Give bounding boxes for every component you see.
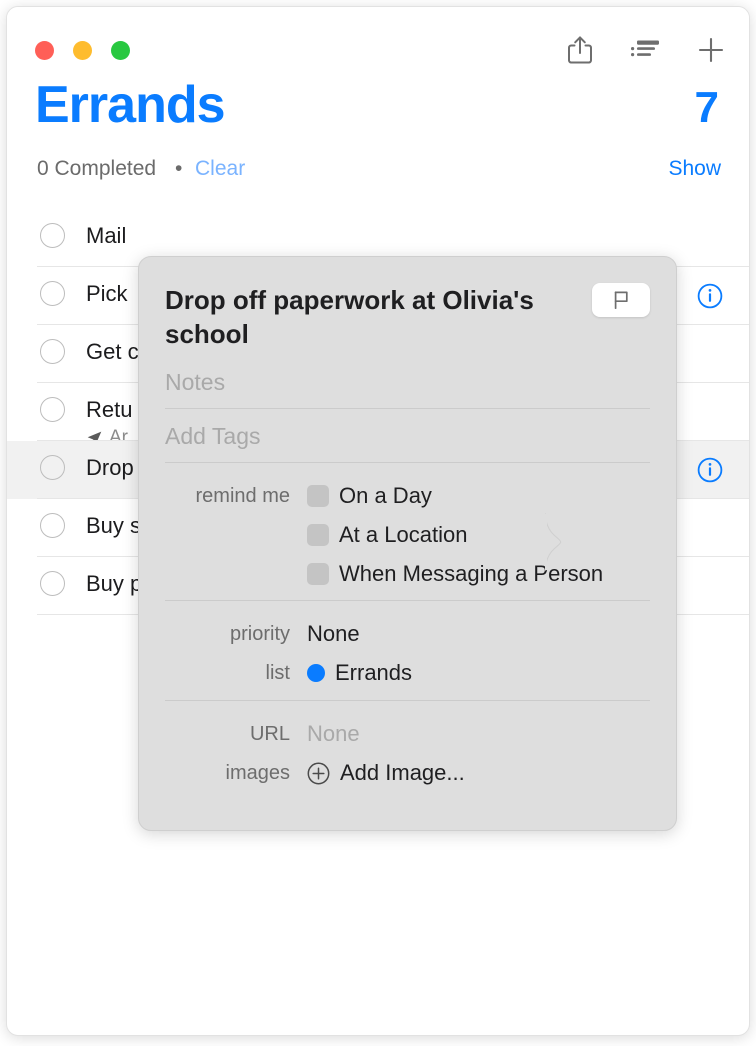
add-image-button[interactable]: Add Image... [307,760,465,786]
separator-dot: • [175,157,183,180]
window-toolbar [567,35,725,70]
images-label: images [225,762,290,784]
images-row: images Add Image... [165,760,650,786]
complete-circle-icon[interactable] [40,571,65,596]
remind-option-value[interactable]: On a Day [307,483,432,509]
list-name: Errands [335,660,413,685]
notes-field[interactable]: Notes [165,351,650,409]
completed-row: 0 Completed • Clear Show [7,157,749,199]
plus-circle-icon [307,762,330,784]
list-row: list Errands [165,660,650,686]
complete-circle-icon[interactable] [40,281,65,306]
close-button-icon[interactable] [35,41,54,60]
spacer-label [165,522,290,524]
list-value[interactable]: Errands [307,660,412,686]
checkbox-on-a-day-icon[interactable] [307,485,329,507]
complete-circle-icon[interactable] [40,339,65,364]
list-item-title: Mail [86,223,127,248]
complete-circle-icon[interactable] [40,455,65,480]
spacer-label [165,561,290,563]
info-button[interactable] [697,457,723,483]
info-button[interactable] [697,283,723,309]
maximize-button-icon[interactable] [111,41,130,60]
remind-me-row-on-a-day: remind me On a Day [165,483,650,509]
completed-label: 0 Completed [37,157,157,180]
remind-me-row-when-messaging: When Messaging a Person [165,561,650,587]
list-item-text: Mail [86,223,749,249]
add-icon[interactable] [697,36,725,69]
clear-button[interactable]: Clear [195,157,245,181]
complete-circle-icon[interactable] [40,397,65,422]
list-color-dot-icon [307,664,325,682]
priority-row: priority None [165,621,650,647]
list-header: Errands 7 [7,76,749,157]
flag-icon [614,291,628,310]
complete-circle-icon[interactable] [40,513,65,538]
popover-content: Drop off paperwork at Olivia's school No… [139,257,676,830]
share-icon[interactable] [567,35,593,70]
remind-me-label: remind me [195,485,290,507]
page-title: Errands [35,76,226,134]
popover-tail [545,513,562,571]
priority-label: priority [229,623,290,645]
url-value[interactable]: None [307,721,360,747]
show-button[interactable]: Show [668,157,721,181]
complete-circle-icon[interactable] [40,223,65,248]
reminders-window: Errands 7 0 Completed • Clear Show Mail … [6,6,750,1036]
url-row: URL None [165,721,650,747]
priority-value[interactable]: None [307,621,360,647]
remind-option-label: On a Day [339,483,432,508]
reminder-count: 7 [694,83,719,132]
minimize-button-icon[interactable] [73,41,92,60]
url-images-section: URL None images Add Image... [165,701,650,786]
tags-field[interactable]: Add Tags [165,409,650,463]
remind-me-section: remind me On a Day At a Location When Me… [165,463,650,587]
popover-title[interactable]: Drop off paperwork at Olivia's school [165,283,565,351]
url-label: URL [249,723,290,745]
list-view-icon[interactable] [631,38,659,67]
remind-me-row-at-a-location: At a Location [165,522,650,548]
window-titlebar [7,7,749,81]
checkbox-when-messaging-icon[interactable] [307,563,329,585]
flag-button[interactable] [592,283,650,317]
popover-header: Drop off paperwork at Olivia's school [165,283,650,351]
remind-option-value[interactable]: At a Location [307,522,467,548]
app-root: Errands 7 0 Completed • Clear Show Mail … [0,0,756,1046]
remind-option-label: At a Location [339,522,468,547]
checkbox-at-a-location-icon[interactable] [307,524,329,546]
list-label: list [265,662,290,684]
add-image-label: Add Image... [340,760,465,785]
reminder-detail-popover: Drop off paperwork at Olivia's school No… [138,256,677,831]
priority-list-section: priority None list Errands [165,601,650,686]
traffic-lights [35,41,130,60]
